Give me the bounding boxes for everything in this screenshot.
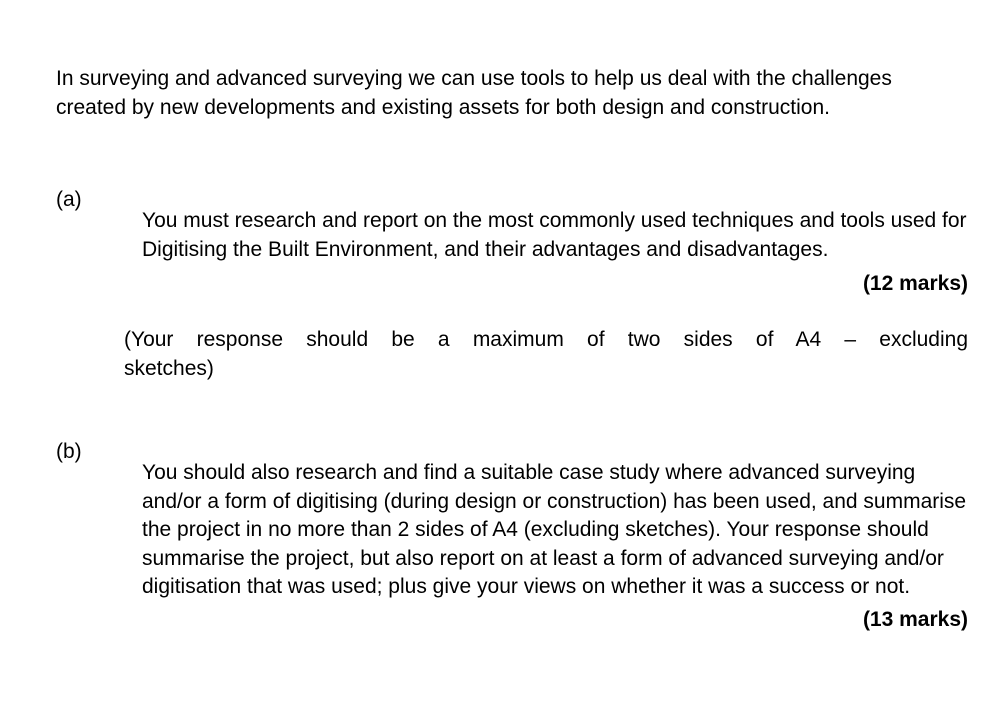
question-a-note-line-2: sketches) <box>124 356 214 380</box>
question-b-label: (b) <box>56 440 82 463</box>
document-page: In surveying and advanced surveying we c… <box>0 0 1008 704</box>
question-a-marks: (12 marks) <box>862 272 968 295</box>
question-a-text: You must research and report on the most… <box>142 209 967 261</box>
intro-paragraph: In surveying and advanced surveying we c… <box>56 67 892 119</box>
question-b-marks: (13 marks) <box>862 608 968 631</box>
question-a-note-line-1: (Your response should be a maximum of tw… <box>124 328 968 351</box>
question-b: (b) You should also research and find a … <box>56 438 968 623</box>
question-b-text: You should also research and find a suit… <box>142 461 967 598</box>
question-a-label: (a) <box>56 188 82 211</box>
question-a-note: (Your response should be a maximum of tw… <box>124 326 968 383</box>
